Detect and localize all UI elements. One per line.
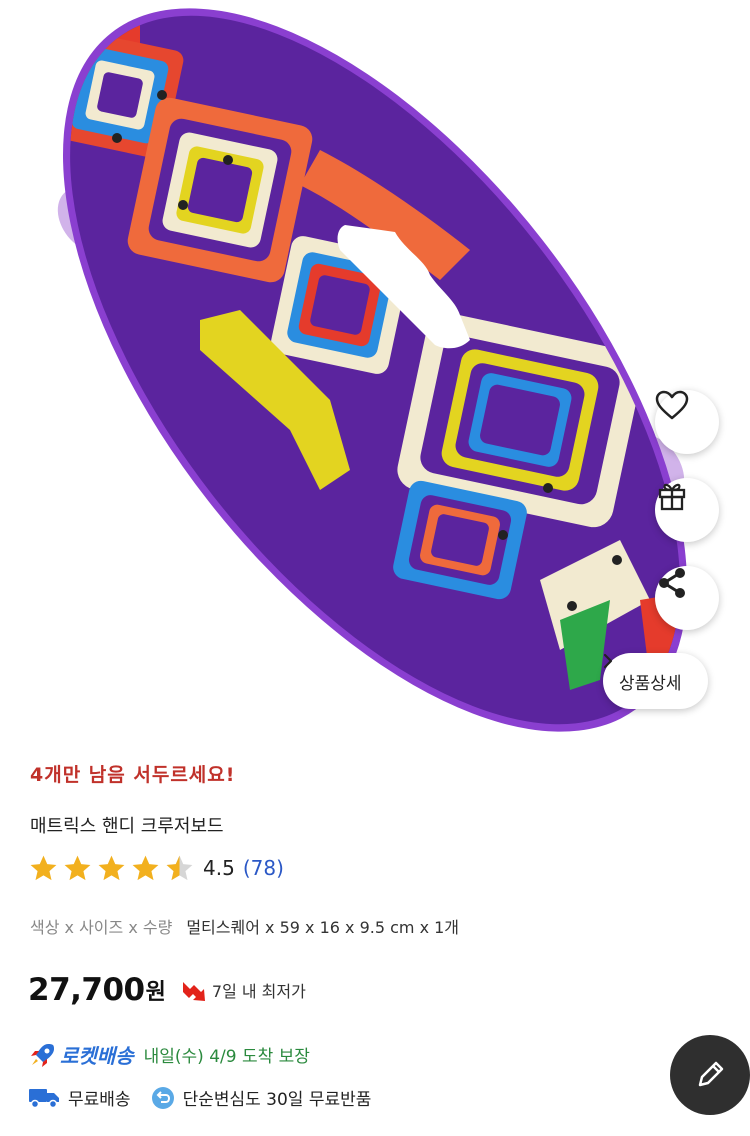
- rating-row[interactable]: 4.5 (78): [28, 848, 284, 888]
- star-full-icon: [64, 855, 91, 880]
- lowest-price-note: 7일 내 최저가: [211, 982, 306, 1001]
- rocket-delivery-row: 로켓배송 내일(수) 4/9 도착 보장: [28, 1040, 310, 1069]
- cafe-write-button[interactable]: [670, 1035, 750, 1115]
- rocket-icon: [31, 1043, 54, 1067]
- free-shipping: 무료배송: [68, 1090, 131, 1110]
- price-unit: 원: [145, 980, 166, 1005]
- delivery-date: 내일(수) 4/9 도착 보장: [143, 1047, 310, 1067]
- rating-value: 4.5: [203, 856, 235, 880]
- stock-alert: 4개만 남음 서두르세요!: [30, 764, 236, 786]
- star-rating: [28, 853, 195, 884]
- option-label: 색상 x 사이즈 x 수량: [30, 918, 173, 937]
- return-icon: [151, 1086, 174, 1109]
- product-title: 매트릭스 핸디 크루저보드: [30, 816, 224, 837]
- product-detail-button[interactable]: 상품상세: [603, 653, 708, 709]
- share-button[interactable]: [655, 566, 719, 630]
- gift-button[interactable]: [655, 478, 719, 542]
- option-value: 멀티스퀘어 x 59 x 16 x 9.5 cm x 1개: [186, 918, 460, 937]
- truck-icon: [29, 1088, 59, 1108]
- price-down-arrow-icon: [182, 982, 205, 1001]
- star-full-icon: [132, 855, 159, 880]
- chevron-right-icon: [603, 653, 613, 669]
- option-row[interactable]: 색상 x 사이즈 x 수량 멀티스퀘어 x 59 x 16 x 9.5 cm x…: [30, 914, 459, 938]
- star-full-icon: [98, 855, 125, 880]
- like-button[interactable]: [655, 390, 719, 454]
- share-icon: [659, 568, 685, 598]
- heart-icon: [655, 390, 689, 420]
- price-row: 27,700 원 7일 내 최저가: [28, 972, 306, 1008]
- cafe-write-icon: [698, 1061, 724, 1087]
- product-detail-label: 상품상세: [619, 673, 682, 694]
- star-half-icon: [166, 855, 193, 880]
- shipping-row: 무료배송 단순변심도 30일 무료반품: [28, 1085, 371, 1110]
- product-image-area[interactable]: 상품상세: [0, 0, 750, 740]
- star-full-icon: [30, 855, 57, 880]
- free-return: 단순변심도 30일 무료반품: [182, 1090, 372, 1110]
- rocket-delivery-label: 로켓배송: [60, 1044, 134, 1068]
- price: 27,700: [28, 972, 145, 1008]
- gift-icon: [658, 483, 686, 511]
- review-count-link[interactable]: (78): [243, 856, 284, 880]
- purple-cruiser-skateboard-image: [30, 8, 710, 732]
